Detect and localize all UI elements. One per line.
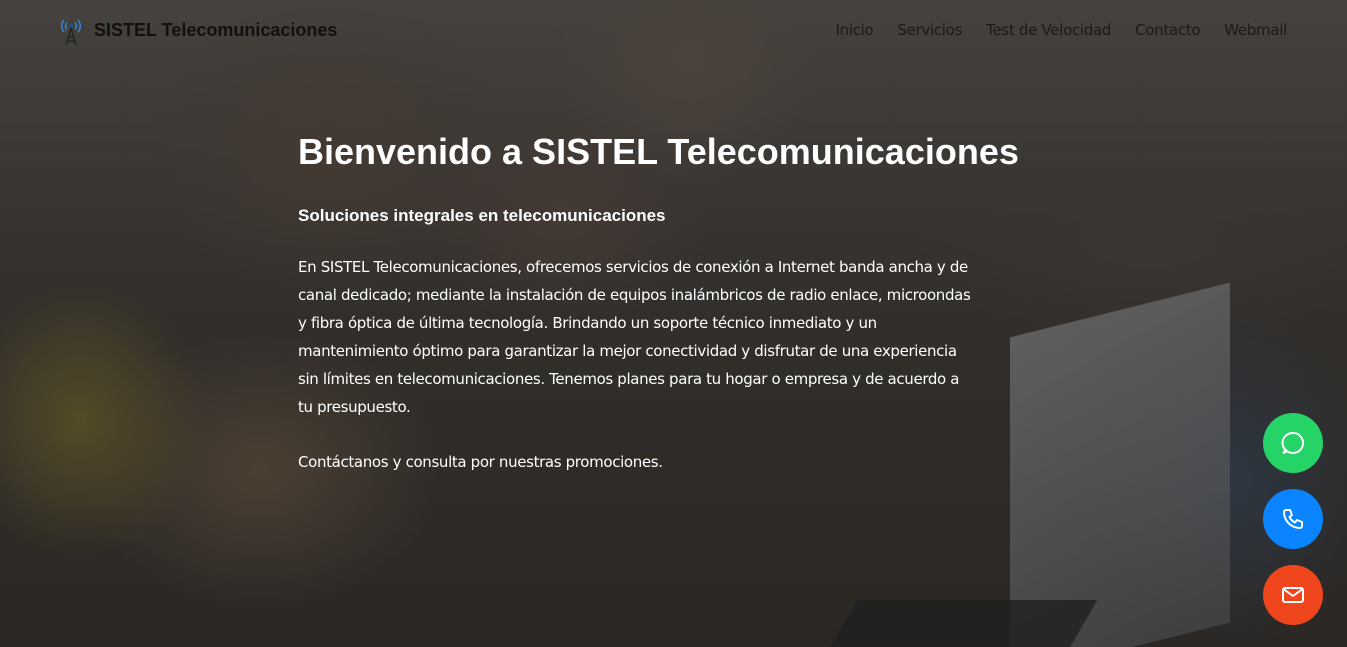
- phone-button[interactable]: [1263, 489, 1323, 549]
- nav-link-inicio[interactable]: Inicio: [836, 21, 874, 39]
- hero-title: Bienvenido a SISTEL Telecomunicaciones: [298, 131, 1019, 172]
- antenna-tower-icon: [60, 19, 82, 46]
- brand-name: SISTEL Telecomunicaciones: [94, 19, 338, 40]
- hero-description: En SISTEL Telecomunicaciones, ofrecemos …: [298, 258, 971, 416]
- nav-link-contacto[interactable]: Contacto: [1135, 21, 1200, 39]
- whatsapp-button[interactable]: [1263, 413, 1323, 473]
- phone-icon: [1283, 509, 1303, 529]
- nav-link-servicios[interactable]: Servicios: [897, 21, 962, 39]
- hero-section: Bienvenido a SISTEL Telecomunicaciones S…: [298, 128, 1058, 471]
- navbar: SISTEL Telecomunicaciones Inicio Servici…: [0, 0, 1347, 60]
- hero-cta-text: Contáctanos y consulta por nuestras prom…: [298, 453, 663, 471]
- main-nav: Inicio Servicios Test de Velocidad Conta…: [836, 21, 1288, 39]
- email-button[interactable]: [1263, 565, 1323, 625]
- mail-icon: [1282, 587, 1304, 603]
- nav-link-test-de-velocidad[interactable]: Test de Velocidad: [986, 21, 1111, 39]
- brand-logo[interactable]: SISTEL Telecomunicaciones: [58, 14, 337, 46]
- nav-link-webmail[interactable]: Webmail: [1224, 21, 1287, 39]
- hero-subtitle: Soluciones integrales en telecomunicacio…: [298, 206, 666, 225]
- whatsapp-icon: [1281, 431, 1304, 454]
